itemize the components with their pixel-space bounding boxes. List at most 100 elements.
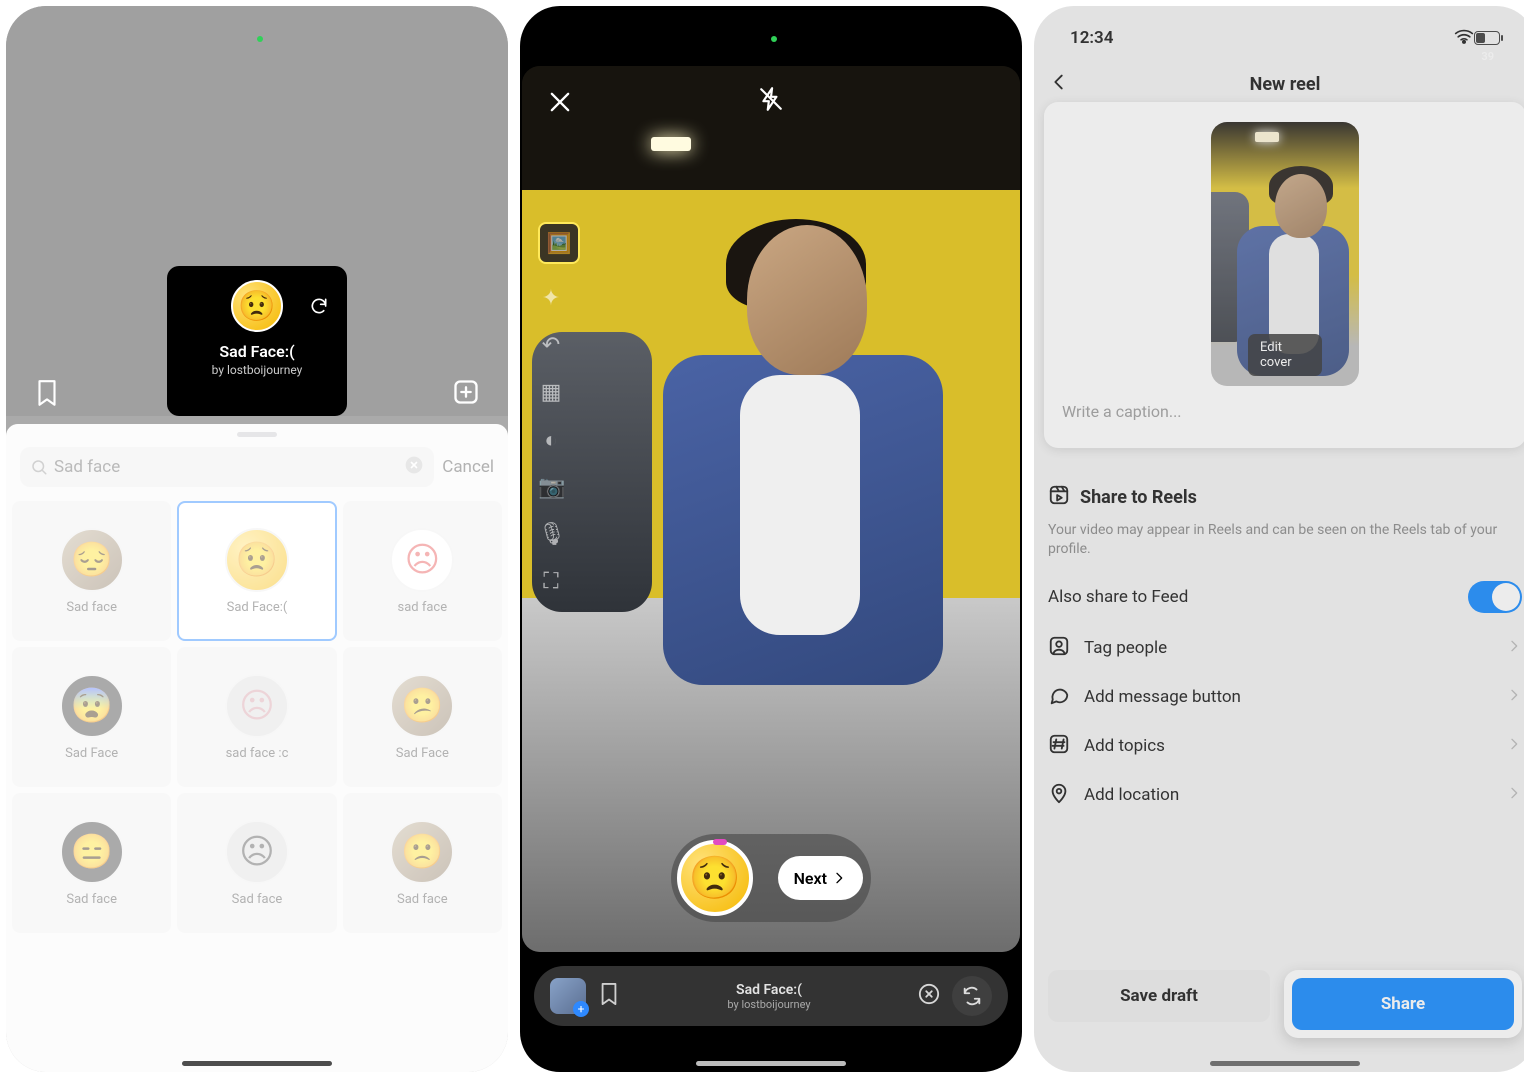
effect-label: sad face :c: [226, 746, 289, 761]
row-tag-people[interactable]: Tag people: [1048, 635, 1522, 662]
row-message-button[interactable]: Add message button: [1048, 684, 1522, 711]
chevron-right-icon: [1506, 736, 1522, 757]
share-section: Share to Reels Your video may appear in …: [1048, 484, 1522, 809]
effect-thumbnail: 😕: [390, 674, 454, 738]
row-label: Tag people: [1084, 638, 1167, 658]
home-indicator[interactable]: [182, 1061, 332, 1066]
capture-strip: 😟 Next: [671, 834, 871, 922]
effect-label: Sad Face:(: [227, 600, 288, 615]
effect-result[interactable]: 🙁 Sad face: [343, 793, 502, 933]
next-label: Next: [794, 869, 827, 888]
flash-off-icon[interactable]: [758, 86, 784, 116]
camera-active-indicator: [771, 36, 777, 42]
row-label: Add message button: [1084, 687, 1241, 707]
chevron-right-icon: [1506, 687, 1522, 708]
camera-icon[interactable]: 📷: [538, 475, 564, 500]
row-label: Add topics: [1084, 736, 1165, 756]
share-to-reels-desc: Your video may appear in Reels and can b…: [1048, 521, 1522, 559]
status-bar: 12:34 39: [1034, 26, 1524, 50]
chat-icon: [1048, 684, 1070, 711]
share-highlight: Share: [1284, 970, 1522, 1038]
flip-camera-button[interactable]: [952, 976, 992, 1016]
effect-label: Sad face: [232, 892, 283, 907]
screen-camera-capture: 🖼️ ✦ ↶ ▦ ◐ 📷 🎙 ⛶ 😟 Next Sad Face:( by lo…: [520, 6, 1022, 1072]
save-effect-icon[interactable]: [598, 981, 620, 1011]
home-indicator[interactable]: [1210, 1061, 1360, 1066]
back-button[interactable]: [1048, 71, 1070, 98]
last-capture-thumbnail[interactable]: 🖼️: [538, 222, 580, 264]
expand-icon[interactable]: ⛶: [538, 569, 564, 594]
clear-search-icon[interactable]: [404, 455, 424, 480]
effect-label: Sad Face: [396, 746, 449, 761]
search-input[interactable]: Sad face: [20, 447, 434, 487]
next-button[interactable]: Next: [778, 856, 863, 900]
location-icon: [1048, 782, 1070, 809]
gallery-button[interactable]: [550, 978, 586, 1014]
row-label: Add location: [1084, 785, 1179, 805]
wifi-icon: [1454, 28, 1474, 49]
dual-icon[interactable]: ◐: [538, 427, 564, 453]
feed-toggle[interactable]: [1468, 581, 1522, 613]
effect-result[interactable]: 😑 Sad face: [12, 793, 171, 933]
search-query: Sad face: [54, 457, 120, 477]
effect-label: Sad face: [397, 892, 448, 907]
effect-label: sad face: [398, 600, 448, 615]
row-add-location[interactable]: Add location: [1048, 782, 1522, 809]
effect-label: Sad Face: [65, 746, 118, 761]
share-button[interactable]: Share: [1292, 978, 1514, 1030]
effect-result[interactable]: 😨 Sad Face: [12, 647, 171, 787]
current-effect-label[interactable]: Sad Face:( by lostboijourney: [632, 982, 906, 1011]
status-time: 12:34: [1070, 28, 1113, 48]
effect-label: Sad face: [66, 600, 117, 615]
close-button[interactable]: [546, 88, 574, 120]
effect-result[interactable]: ☹ sad face :c: [177, 647, 336, 787]
effect-result-selected[interactable]: 😟 Sad Face:(: [177, 501, 336, 641]
effect-thumbnail: 😟: [225, 528, 289, 592]
effect-thumbnail: 😨: [60, 674, 124, 738]
effect-label: Sad face: [66, 892, 117, 907]
effect-author: by lostboijourney: [181, 363, 333, 377]
effect-thumbnail: ☹: [225, 674, 289, 738]
effect-thumbnail: ☹: [390, 528, 454, 592]
effect-result[interactable]: ☹ sad face: [343, 501, 502, 641]
effect-preview-card: 😟 Sad Face:( by lostboijourney: [167, 266, 347, 416]
person-icon: [1048, 635, 1070, 662]
caption-input[interactable]: Write a caption...: [1062, 402, 1508, 421]
nav-bar: New reel: [1034, 62, 1524, 106]
sheet-grabber[interactable]: [237, 432, 277, 437]
retry-icon[interactable]: [309, 296, 329, 320]
effect-thumbnail: 🙁: [390, 820, 454, 884]
home-indicator[interactable]: [696, 1061, 846, 1066]
camera-active-indicator: [257, 36, 263, 42]
effect-result[interactable]: ☹ Sad face: [177, 793, 336, 933]
ceiling-light: [651, 137, 691, 151]
effect-thumbnail: 😑: [60, 820, 124, 884]
camera-tools: 🖼️ ✦ ↶ ▦ ◐ 📷 🎙 ⛶: [538, 222, 580, 594]
cover-preview[interactable]: Edit cover: [1211, 122, 1359, 386]
effects-grid: 😔 Sad face 😟 Sad Face:( ☹ sad face 😨 Sad…: [6, 501, 508, 933]
undo-icon[interactable]: ↶: [538, 333, 564, 358]
effect-result[interactable]: 😔 Sad face: [12, 501, 171, 641]
share-to-reels-title: Share to Reels: [1080, 487, 1197, 508]
row-add-topics[interactable]: Add topics: [1048, 733, 1522, 760]
edit-cover-button[interactable]: Edit cover: [1248, 334, 1322, 376]
bookmark-button[interactable]: [34, 378, 60, 412]
mic-icon[interactable]: 🎙: [538, 522, 564, 547]
chevron-right-icon: [1506, 785, 1522, 806]
layout-icon[interactable]: ▦: [538, 380, 564, 405]
sad-face-icon: 😟: [231, 280, 283, 332]
save-draft-button[interactable]: Save draft: [1048, 970, 1270, 1022]
reels-icon: [1048, 484, 1070, 511]
sparkle-icon[interactable]: ✦: [538, 286, 564, 311]
add-effect-button[interactable]: [452, 378, 480, 410]
effect-bottom-bar: Sad Face:( by lostboijourney: [534, 966, 1008, 1026]
footer-actions: Save draft Share: [1048, 970, 1522, 1038]
screen-effect-browser: 😟 Sad Face:( by lostboijourney Sad face …: [6, 6, 508, 1072]
effect-result[interactable]: 😕 Sad Face: [343, 647, 502, 787]
hash-icon: [1048, 733, 1070, 760]
battery-indicator: 39: [1474, 31, 1500, 45]
remove-effect-icon[interactable]: [918, 983, 940, 1010]
selected-effect-bubble[interactable]: 😟: [677, 840, 753, 916]
effect-thumbnail: 😔: [60, 528, 124, 592]
cancel-button[interactable]: Cancel: [442, 457, 494, 477]
